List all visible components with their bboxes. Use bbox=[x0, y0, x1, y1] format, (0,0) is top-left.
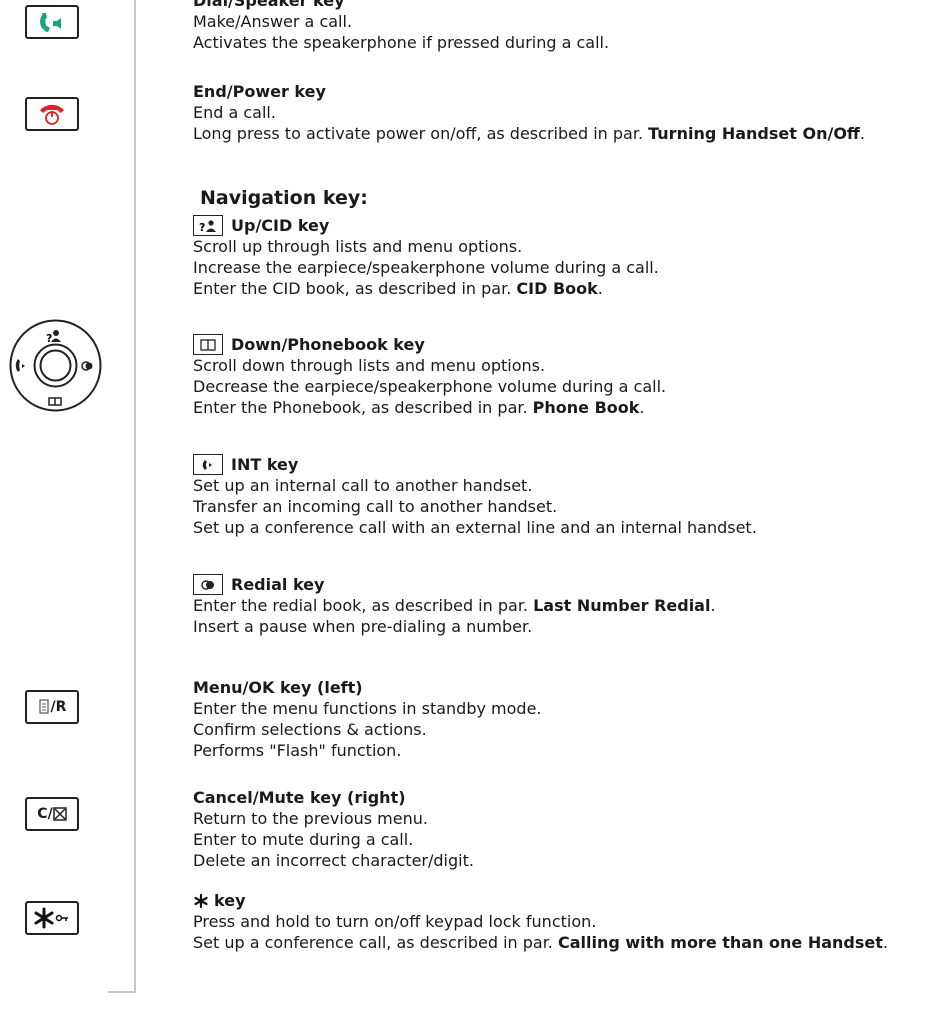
int-line-3: Set up a conference call with an externa… bbox=[193, 518, 757, 537]
end-power-section: End/Power key End a call. Long press to … bbox=[193, 81, 925, 144]
margin-rule-foot bbox=[108, 991, 136, 993]
dial-speaker-title: Dial/Speaker key bbox=[193, 0, 345, 10]
margin-rule bbox=[134, 0, 136, 993]
redial-icon bbox=[193, 574, 223, 595]
up-cid-title: Up/CID key bbox=[231, 216, 330, 235]
star-line-2: Set up a conference call, as described i… bbox=[193, 933, 888, 952]
up-line-1: Scroll up through lists and menu options… bbox=[193, 237, 523, 256]
menu-line-1: Enter the menu functions in standby mode… bbox=[193, 699, 542, 718]
cancel-line-3: Delete an incorrect character/digit. bbox=[193, 851, 474, 870]
menu-line-3: Performs "Flash" function. bbox=[193, 741, 402, 760]
cancel-mute-title: Cancel/Mute key (right) bbox=[193, 788, 406, 807]
down-line-3: Enter the Phonebook, as described in par… bbox=[193, 398, 645, 417]
up-cid-section: ? Up/CID key Scroll up through lists and… bbox=[193, 215, 659, 299]
star-line-1: Press and hold to turn on/off keypad loc… bbox=[193, 912, 597, 931]
down-line-1: Scroll down through lists and menu optio… bbox=[193, 356, 546, 375]
up-cid-icon: ? bbox=[193, 215, 223, 236]
dial-speaker-section: Dial/Speaker key Make/Answer a call. Act… bbox=[193, 0, 609, 53]
phonebook-icon bbox=[193, 334, 223, 355]
int-key-title: INT key bbox=[231, 455, 299, 474]
end-power-key-icon bbox=[25, 97, 79, 131]
menu-key-r-label: R bbox=[55, 699, 67, 715]
cancel-key-c-label: C/ bbox=[37, 806, 53, 822]
navigation-heading: Navigation key: bbox=[200, 187, 368, 209]
int-key-section: INT key Set up an internal call to anoth… bbox=[193, 454, 757, 538]
menu-ok-section: Menu/OK key (left) Enter the menu functi… bbox=[193, 677, 542, 761]
int-line-1: Set up an internal call to another hands… bbox=[193, 476, 533, 495]
dial-speaker-key-icon bbox=[25, 5, 79, 39]
menu-line-2: Confirm selections & actions. bbox=[193, 720, 427, 739]
end-line-1: End a call. bbox=[193, 103, 276, 122]
star-key-title: key bbox=[214, 891, 246, 910]
redial-key-section: Redial key Enter the redial book, as des… bbox=[193, 574, 716, 637]
cancel-line-2: Enter to mute during a call. bbox=[193, 830, 414, 849]
menu-ok-key-icon: / R bbox=[25, 690, 79, 724]
redial-line-1: Enter the redial book, as described in p… bbox=[193, 596, 716, 615]
svg-text:?: ? bbox=[199, 221, 205, 233]
cancel-mute-section: Cancel/Mute key (right) Return to the pr… bbox=[193, 787, 474, 871]
dial-line-2: Activates the speakerphone if pressed du… bbox=[193, 33, 610, 52]
cancel-mute-key-icon: C/ bbox=[25, 797, 79, 831]
end-power-title: End/Power key bbox=[193, 82, 326, 101]
redial-line-2: Insert a pause when pre-dialing a number… bbox=[193, 617, 533, 636]
up-line-2: Increase the earpiece/speakerphone volum… bbox=[193, 258, 659, 277]
star-key-icon bbox=[25, 901, 79, 935]
int-key-icon bbox=[193, 454, 223, 475]
navigation-wheel-icon: ? bbox=[9, 319, 102, 412]
up-line-3: Enter the CID book, as described in par.… bbox=[193, 279, 603, 298]
cancel-line-1: Return to the previous menu. bbox=[193, 809, 428, 828]
down-phonebook-section: Down/Phonebook key Scroll down through l… bbox=[193, 334, 666, 418]
star-asterisk-icon bbox=[194, 893, 208, 908]
int-line-2: Transfer an incoming call to another han… bbox=[193, 497, 558, 516]
down-phonebook-title: Down/Phonebook key bbox=[231, 335, 425, 354]
star-key-section: key Press and hold to turn on/off keypad… bbox=[193, 890, 925, 953]
dial-line-1: Make/Answer a call. bbox=[193, 12, 353, 31]
menu-ok-title: Menu/OK key (left) bbox=[193, 678, 363, 697]
down-line-2: Decrease the earpiece/speakerphone volum… bbox=[193, 377, 667, 396]
svg-text:?: ? bbox=[46, 332, 52, 345]
end-line-2: Long press to activate power on/off, as … bbox=[193, 124, 865, 143]
redial-title: Redial key bbox=[231, 575, 325, 594]
